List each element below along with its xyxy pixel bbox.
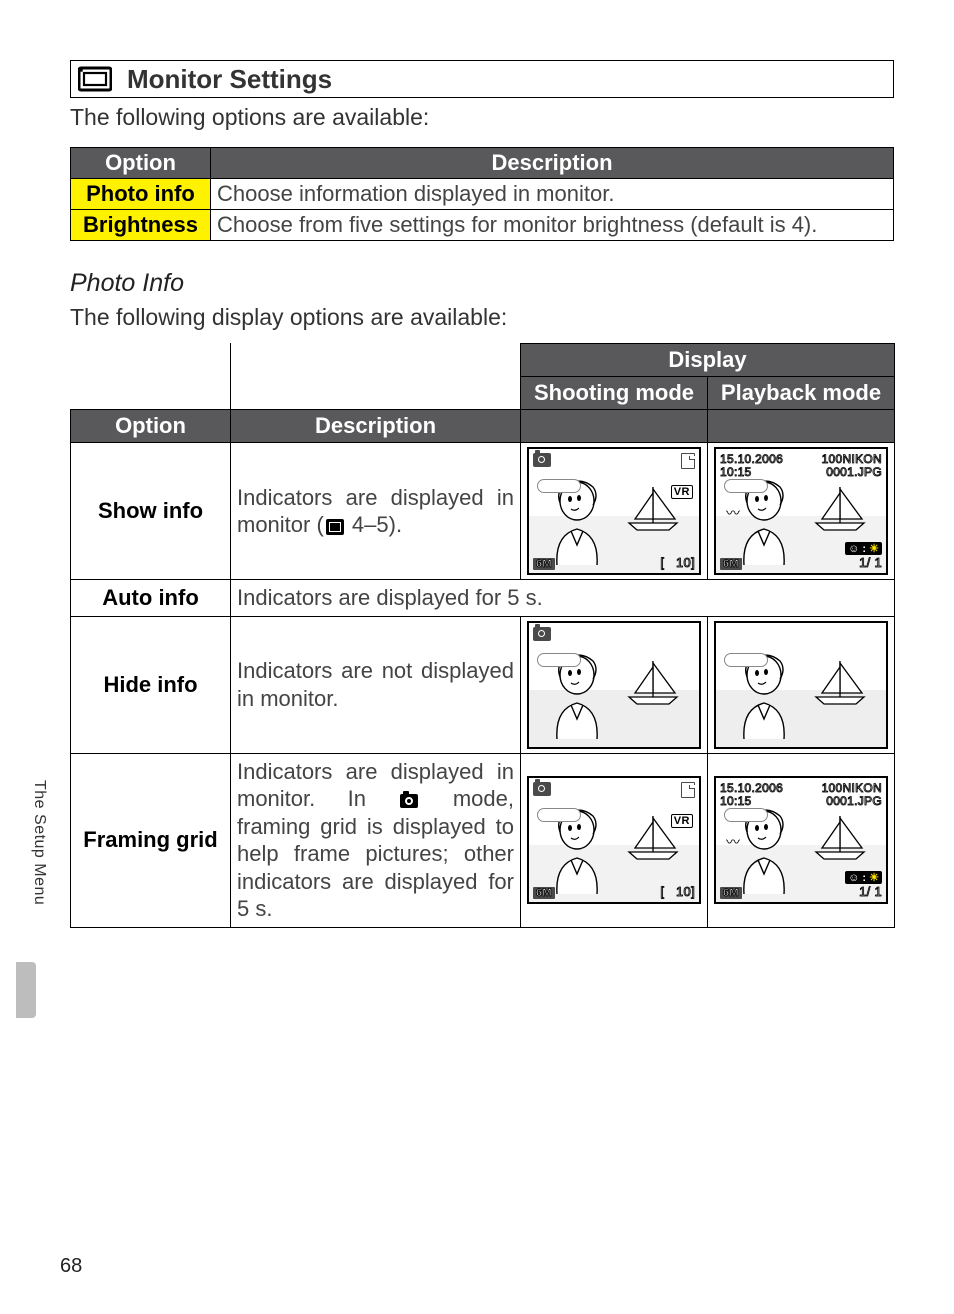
wave-icon: 〰 (726, 503, 740, 523)
description-cell: Indicators are displayed for 5 s. (231, 580, 895, 617)
overlay-6m: 6M (533, 887, 555, 899)
subintro-text: The following display options are availa… (70, 302, 894, 333)
boat-illustration (625, 657, 681, 705)
option-cell: Auto info (71, 580, 231, 617)
dpof-badge: ☺ : ☀ (845, 871, 882, 884)
col-header-display: Display (521, 344, 895, 377)
overlay-time: 10:15 (720, 465, 752, 479)
blank-header (71, 344, 231, 410)
overlay-count: [ 10] (660, 555, 695, 570)
col-header-description: Description (211, 148, 894, 179)
option-cell: Brightness (71, 210, 211, 241)
overlay-6m: 6M (720, 887, 742, 899)
camera-icon (400, 794, 418, 808)
desc-text: 4–5). (346, 512, 402, 537)
description-cell: Choose information displayed in monitor. (211, 179, 894, 210)
table-row-auto-info: Auto info Indicators are displayed for 5… (71, 580, 895, 617)
overlay-date: 15.10.2006 (720, 452, 783, 466)
thumbnail-playback-grid: 〰 15.10.2006 10:15 100NIKON 0001.JPG 6M … (714, 776, 888, 904)
side-tab-stub (16, 962, 36, 1018)
page-number: 68 (60, 1255, 82, 1278)
reference-icon (326, 519, 344, 535)
boat-illustration (812, 483, 868, 531)
thumbnail-shooting-hide (527, 621, 701, 749)
wave-icon: 〰 (726, 832, 740, 852)
thumbnail-playback-show: 〰 15.10.2006 10:15 100NIKON 0001.JPG 6M … (714, 447, 888, 575)
overlay-6m: 6M (533, 558, 555, 570)
option-cell: Photo info (71, 179, 211, 210)
memory-card-icon (681, 782, 695, 798)
description-cell: Choose from five settings for monitor br… (211, 210, 894, 241)
table-row-hide-info: Hide info Indicators are not displayed i… (71, 616, 895, 753)
col-header-option: Option (71, 148, 211, 179)
side-tab-label: The Setup Menu (30, 780, 48, 905)
photo-info-table: Display Shooting mode Playback mode Opti… (70, 343, 895, 928)
option-cell: Show info (71, 443, 231, 580)
thumbnail-shooting-show: VR 6M [ 10] (527, 447, 701, 575)
boat-illustration (812, 657, 868, 705)
overlay-folder: 100NIKON (822, 452, 882, 466)
col-header-shooting: Shooting mode (521, 377, 708, 410)
shooting-display-cell (521, 616, 708, 753)
page: Monitor Settings The following options a… (0, 0, 954, 1314)
overlay-6m: 6M (720, 558, 742, 570)
option-cell: Framing grid (71, 753, 231, 927)
shooting-display-cell: VR 6M [ 10] (521, 753, 708, 927)
shooting-display-cell: VR 6M [ 10] (521, 443, 708, 580)
camera-mode-icon (533, 627, 551, 641)
col-header-playback: Playback mode (708, 377, 895, 410)
camera-mode-icon (533, 453, 551, 467)
section-title: Monitor Settings (127, 64, 332, 95)
monitor-icon (75, 63, 115, 95)
playback-display-cell (708, 616, 895, 753)
overlay-date: 15.10.2006 (720, 781, 783, 795)
overlay-frame-count: 1/ 1 (859, 555, 882, 570)
section-heading: Monitor Settings (70, 60, 894, 98)
overlay-filename: 0001.JPG (826, 465, 882, 479)
col-header-option: Option (71, 410, 231, 443)
vr-icon: VR (671, 485, 693, 499)
description-cell: Indicators are not displayed in monitor. (231, 616, 521, 753)
table-row-framing-grid: Framing grid Indicators are displayed in… (71, 753, 895, 927)
dpof-badge: ☺ : ☀ (845, 542, 882, 555)
options-table: Option Description Photo info Choose inf… (70, 147, 894, 241)
playback-display-cell: 〰 15.10.2006 10:15 100NIKON 0001.JPG 6M … (708, 753, 895, 927)
boat-illustration (812, 812, 868, 860)
col-header-description: Description (231, 410, 521, 443)
overlay-count: [ 10] (660, 884, 695, 899)
table-row: Brightness Choose from five settings for… (71, 210, 894, 241)
subheading: Photo Info (70, 269, 894, 298)
overlay-frame-count: 1/ 1 (859, 884, 882, 899)
vr-icon: VR (671, 814, 693, 828)
camera-mode-icon (533, 782, 551, 796)
overlay-time: 10:15 (720, 794, 752, 808)
overlay-filename: 0001.JPG (826, 794, 882, 808)
memory-card-icon (681, 453, 695, 469)
overlay-folder: 100NIKON (822, 781, 882, 795)
table-row-show-info: Show info Indicators are displayed in mo… (71, 443, 895, 580)
table-row: Photo info Choose information displayed … (71, 179, 894, 210)
blank-header (231, 344, 521, 410)
description-cell: Indicators are displayed in monitor ( 4–… (231, 443, 521, 580)
intro-text: The following options are available: (70, 102, 894, 133)
playback-display-cell: 〰 15.10.2006 10:15 100NIKON 0001.JPG 6M … (708, 443, 895, 580)
option-cell: Hide info (71, 616, 231, 753)
description-cell: Indicators are displayed in monitor. In … (231, 753, 521, 927)
thumbnail-shooting-grid: VR 6M [ 10] (527, 776, 701, 904)
thumbnail-playback-hide (714, 621, 888, 749)
